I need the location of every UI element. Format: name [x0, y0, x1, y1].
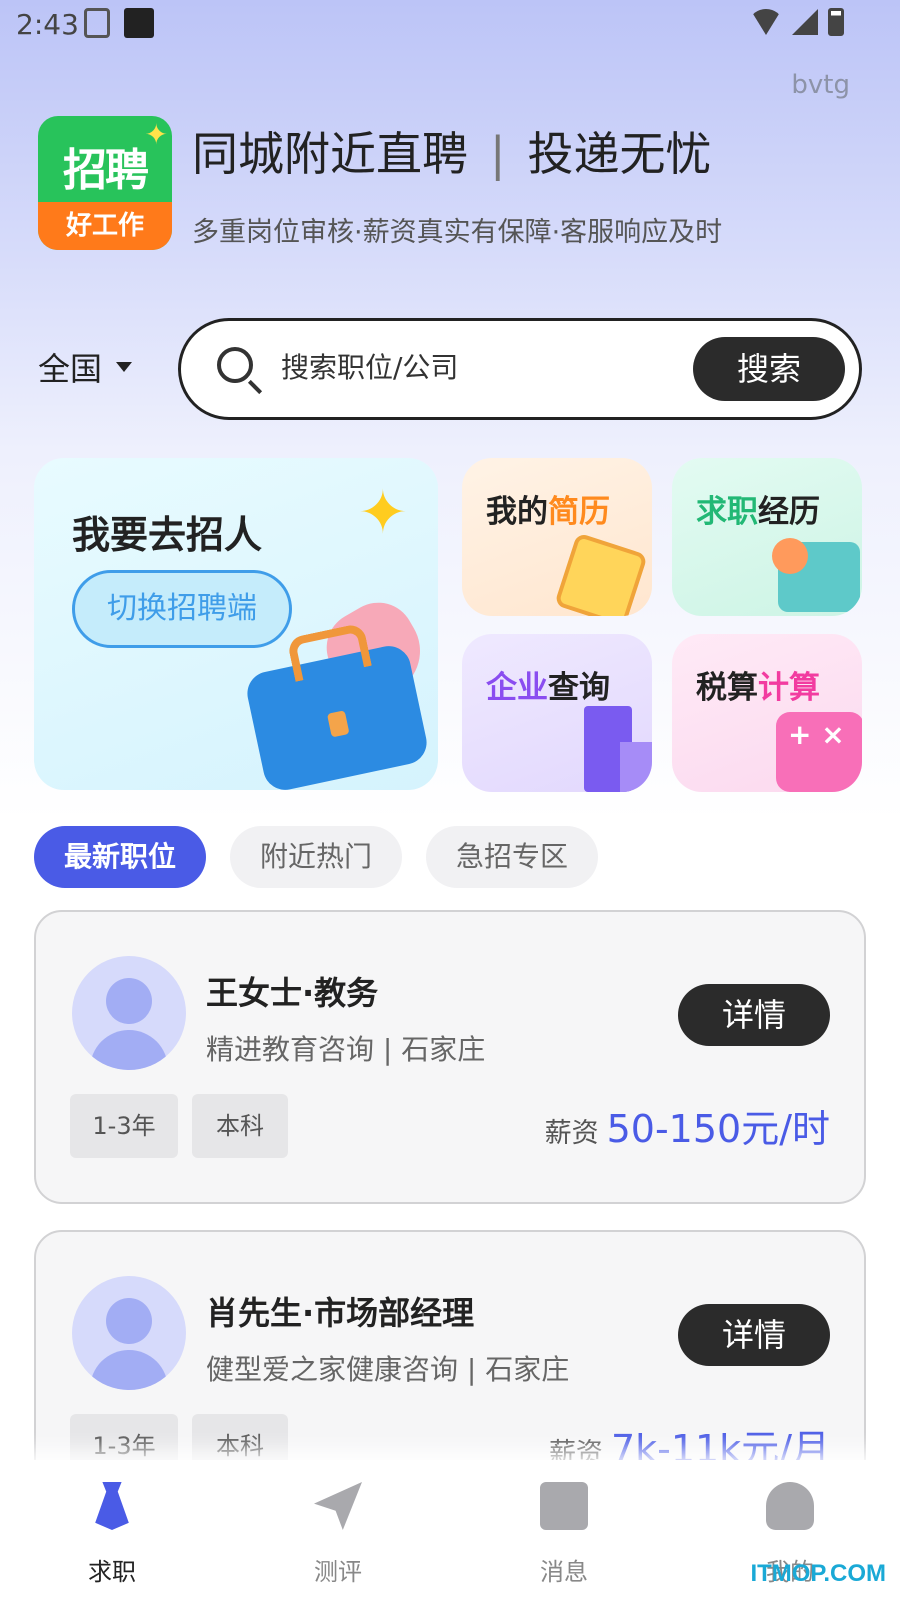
- headline-left: 同城附近直聘: [192, 127, 468, 181]
- sparkle-icon: ✦: [357, 478, 408, 548]
- tab-nearby-hot[interactable]: 附近热门: [230, 826, 402, 888]
- job-title: 肖先生·市场部经理: [206, 1294, 475, 1332]
- app-logo: 招聘 ✦ 好工作: [38, 116, 172, 250]
- subline: 多重岗位审核·薪资真实有保障·客服响应及时: [192, 217, 723, 248]
- detail-button[interactable]: 详情: [678, 984, 830, 1046]
- search-icon: [217, 347, 253, 383]
- sparkle-icon: ✦: [144, 118, 168, 151]
- tile-title-highlight: 求职: [696, 494, 758, 530]
- briefcase-icon: [243, 642, 431, 790]
- status-time: 2:43: [16, 8, 79, 41]
- tab-urgent-hiring[interactable]: 急招专区: [426, 826, 598, 888]
- job-title: 王女士·教务: [206, 974, 379, 1012]
- nav-item-evaluation[interactable]: 测评: [268, 1460, 408, 1600]
- tile-title: 税算计算: [696, 662, 820, 707]
- tie-icon: [95, 1482, 129, 1530]
- location-selector[interactable]: 全国: [38, 344, 133, 390]
- tile-title-highlight: 计算: [758, 670, 820, 706]
- nav-label: 测评: [314, 1558, 362, 1586]
- watermark-top: bvtg: [791, 70, 850, 100]
- wifi-icon: [750, 9, 782, 35]
- avatar: [72, 1276, 186, 1390]
- recruit-card-title: 我要去招人: [72, 513, 263, 557]
- recruit-card[interactable]: 我要去招人 ✦ 切换招聘端: [34, 458, 438, 790]
- tile-title: 我的简历: [486, 486, 610, 531]
- job-company: 精进教育咨询 | 石家庄: [206, 1033, 486, 1066]
- nav-label: 求职: [88, 1558, 136, 1586]
- building-icon: [584, 706, 652, 792]
- tile-company-lookup[interactable]: 企业查询: [462, 634, 652, 792]
- job-company: 健型爱之家健康咨询 | 石家庄: [206, 1353, 570, 1386]
- logo-sub-text: 好工作: [38, 202, 172, 250]
- person-icon: [766, 1482, 814, 1530]
- clipboard-icon: [554, 532, 648, 616]
- app-notification-icon: [124, 8, 154, 38]
- search-bar: 搜索: [178, 318, 862, 420]
- status-indicators: [750, 8, 844, 36]
- tile-tax-calculator[interactable]: 税算计算: [672, 634, 862, 792]
- search-input[interactable]: [281, 351, 661, 384]
- location-label: 全国: [38, 350, 103, 388]
- tile-title-plain: 我的: [486, 494, 548, 530]
- headline-separator: |: [490, 127, 506, 181]
- nav-label: 消息: [540, 1558, 588, 1586]
- salary: 薪资 50-150元/时: [545, 1098, 830, 1153]
- signal-icon: [792, 9, 818, 35]
- paper-plane-icon: [314, 1482, 362, 1530]
- watermark-bottom: ITMOP.COM: [750, 1560, 886, 1587]
- nav-item-messages[interactable]: 消息: [494, 1460, 634, 1600]
- tile-title-highlight: 简历: [548, 494, 610, 530]
- status-bar: 2:43: [0, 0, 900, 48]
- headline-right: 投递无忧: [527, 127, 712, 181]
- tile-title-plain: 税算: [696, 670, 758, 706]
- headline: 同城附近直聘 | 投递无忧: [192, 118, 712, 184]
- caret-down-icon: [116, 362, 133, 372]
- tile-title-highlight: 企业: [486, 670, 548, 706]
- salary-label: 薪资: [544, 1118, 599, 1149]
- experience-chip: 1-3年: [70, 1094, 178, 1158]
- search-button[interactable]: 搜索: [693, 337, 845, 401]
- tile-my-resume[interactable]: 我的简历: [462, 458, 652, 616]
- salary-value: 50-150元/时: [606, 1107, 830, 1151]
- tile-title-plain: 经历: [758, 494, 820, 530]
- tab-latest-jobs[interactable]: 最新职位: [34, 826, 206, 888]
- battery-icon: [828, 8, 844, 36]
- status-notifications: [84, 8, 154, 38]
- tile-title: 求职经历: [696, 486, 820, 531]
- profile-card-icon: [772, 538, 860, 612]
- sim-card-icon: [84, 8, 110, 38]
- bottom-nav: 求职 测评 消息 我的 ITMOP.COM: [0, 1460, 900, 1600]
- calculator-icon: [776, 712, 862, 792]
- job-card[interactable]: 王女士·教务 精进教育咨询 | 石家庄 详情 1-3年 本科 薪资 50-150元…: [34, 910, 866, 1204]
- tile-title-plain: 查询: [548, 670, 610, 706]
- education-chip: 本科: [192, 1094, 288, 1158]
- switch-recruiter-button[interactable]: 切换招聘端: [72, 570, 292, 648]
- tile-title: 企业查询: [486, 662, 610, 707]
- id-card-icon: [540, 1482, 588, 1530]
- detail-button[interactable]: 详情: [678, 1304, 830, 1366]
- nav-item-jobs[interactable]: 求职: [42, 1460, 182, 1600]
- tile-job-experience[interactable]: 求职经历: [672, 458, 862, 616]
- avatar: [72, 956, 186, 1070]
